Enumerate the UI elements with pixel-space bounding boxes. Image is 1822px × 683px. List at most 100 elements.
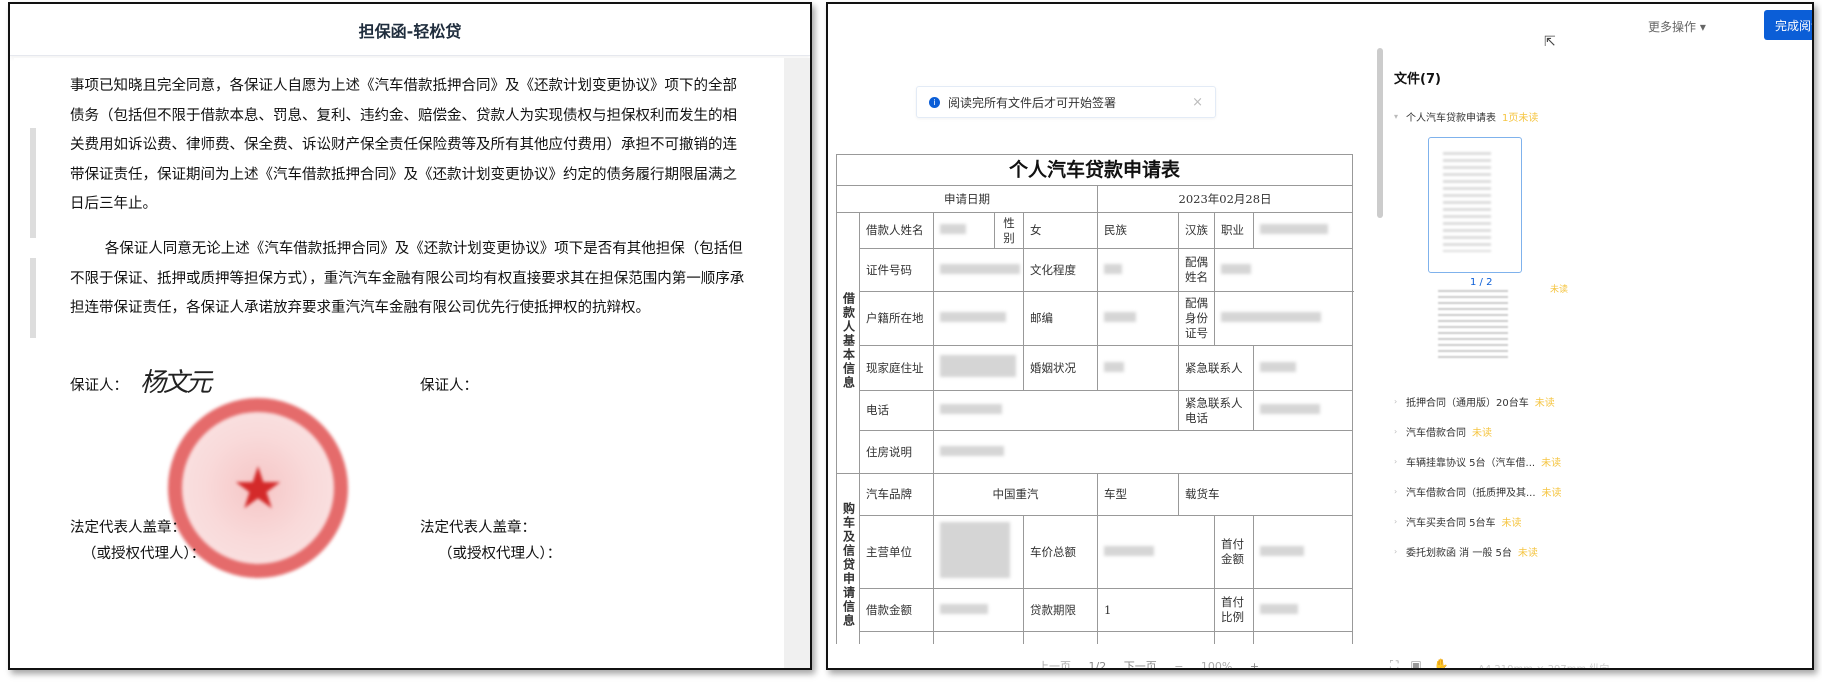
file-name: 车辆挂靠协议 5台（汽车借...: [1406, 457, 1536, 469]
zoom-level: 100%: [1200, 660, 1233, 670]
document-viewer: 个人汽车贷款申请表 申请日期 2023年02月28日 借款人基本信息 借款人姓名 …: [836, 154, 1354, 644]
zoom-in-button[interactable]: +: [1250, 660, 1259, 668]
label-ethnicity: 民族: [1097, 212, 1179, 249]
section-borrower: 借款人基本信息: [836, 212, 860, 474]
fullscreen-icon[interactable]: ⛶: [1390, 658, 1398, 668]
paragraph-1: 事项已知晓且完全同意，各保证人自愿为上述《汽车借款抵押合同》及《还款计划变更协议…: [70, 78, 737, 212]
scrollbar-track[interactable]: [784, 58, 810, 668]
redacted-value: [1104, 361, 1124, 372]
redacted-value: [1221, 263, 1251, 274]
redacted-value: [1260, 404, 1320, 414]
file-item[interactable]: ▾ 个人汽车贷款申请表 1页未读: [1394, 101, 1584, 131]
date-value: 2023年02月28日: [1096, 185, 1354, 213]
label-id-number: 证件号码: [859, 248, 934, 292]
label-down-payment: 首付金额: [1214, 515, 1254, 589]
file-item[interactable]: › 车辆挂靠协议 5台（汽车借... 未读: [1394, 446, 1584, 476]
notice-text: 阅读完所有文件后才可开始签署: [948, 95, 1117, 110]
file-list: 文件(7) ▾ 个人汽车贷款申请表 1页未读 1 / 2 › 抵押合同（通用版）20台…: [1394, 68, 1584, 566]
image-icon[interactable]: ▣: [1410, 658, 1421, 668]
document-page: 事项已知晓且完全同意，各保证人自愿为上述《汽车借款抵押合同》及《还款计划变更协议…: [14, 58, 784, 668]
hand-icon[interactable]: ✋: [1434, 658, 1449, 668]
guarantee-letter-panel: 担保函-轻松贷 事项已知晓且完全同意，各保证人自愿为上述《汽车借款抵押合同》及《…: [8, 2, 812, 670]
redacted-value: [1221, 312, 1321, 322]
agent-label-2: （或授权代理人）：: [438, 546, 562, 562]
label-phone: 电话: [859, 390, 934, 431]
file-item[interactable]: › 抵押合同（通用版）20台车 未读: [1394, 386, 1584, 416]
label-borrower-name: 借款人姓名: [859, 212, 934, 249]
label-housing: 住房说明: [859, 430, 934, 474]
more-actions-dropdown[interactable]: 更多操作 ▾: [1648, 18, 1706, 35]
file-name: 汽车借款合同（抵质押及其...: [1406, 487, 1536, 499]
loan-term-value: 1: [1097, 588, 1215, 632]
file-item[interactable]: › 汽车买卖合同 5台车 未读: [1394, 506, 1584, 536]
view-tools: ⛶ ▣ ✋: [1390, 658, 1461, 668]
agent-label: （或授权代理人）：: [82, 546, 206, 562]
star-icon: ★: [232, 454, 284, 522]
legal-rep-label: 法定代表人盖章：: [70, 520, 186, 536]
caret-icon: ›: [1394, 546, 1398, 556]
label-loan-amount: 借款金额: [859, 588, 934, 632]
file-item[interactable]: › 委托划款函 消 一般 5台 未读: [1394, 536, 1584, 566]
mouse-cursor-icon: ⇱: [1544, 34, 1556, 50]
document-title: 担保函-轻松贷: [10, 4, 810, 56]
files-title: 文件(7): [1394, 72, 1441, 87]
car-brand-value: 中国重汽: [933, 473, 1098, 516]
file-status: 未读: [1472, 427, 1492, 439]
close-icon[interactable]: ×: [1192, 95, 1203, 110]
caret-icon: ›: [1394, 516, 1398, 526]
guarantor-label: 保证人：: [70, 378, 128, 394]
redacted-value: [1104, 545, 1154, 556]
file-item[interactable]: › 汽车借款合同 未读: [1394, 416, 1584, 446]
redacted-value: [940, 404, 1002, 414]
redacted-value: [940, 355, 1016, 377]
finish-reading-button[interactable]: 完成阅读: [1764, 10, 1812, 40]
ethnicity-value: 汉族: [1178, 212, 1215, 249]
redacted-value: [1260, 603, 1298, 614]
file-status: 未读: [1517, 547, 1538, 559]
prev-page-button[interactable]: 上一页: [1038, 660, 1071, 668]
guarantor-label-2: 保证人：: [420, 378, 478, 394]
date-label: 申请日期: [836, 185, 1098, 213]
gender-value: 女: [1023, 212, 1098, 249]
car-type-value: 载货车: [1177, 473, 1354, 516]
redacted-value: [1260, 545, 1304, 556]
redacted-value: [1104, 263, 1122, 274]
label-education: 文化程度: [1023, 248, 1098, 292]
file-status: 1页未读: [1502, 112, 1539, 124]
zoom-out-button[interactable]: −: [1174, 660, 1183, 668]
thumbnail-2-status: 未读: [1550, 285, 1569, 295]
file-name: 委托划款函 消 一般 5台: [1406, 547, 1512, 559]
redacted-value: [940, 603, 988, 614]
thumbnail-content: [1443, 152, 1491, 252]
label-address: 现家庭住址: [859, 345, 934, 391]
page-indicator: 1/2: [1088, 660, 1107, 670]
next-page-button[interactable]: 下一页: [1124, 660, 1157, 668]
caret-icon: ›: [1394, 486, 1398, 496]
guarantor-signature: 杨文元: [140, 368, 212, 398]
legal-rep-label-2: 法定代表人盖章：: [420, 520, 536, 536]
label-postcode: 邮编: [1023, 291, 1098, 346]
paragraph-2: 各保证人同意无论上述《汽车借款抵押合同》及《还款计划变更协议》项下是否有其他担保…: [70, 241, 745, 316]
scrollbar[interactable]: [1377, 48, 1383, 218]
redacted-value: [940, 522, 1010, 578]
page-thumbnail-1[interactable]: [1428, 137, 1522, 273]
label-emergency-contact: 紧急联系人: [1178, 345, 1254, 391]
redacted-value: [1260, 224, 1328, 234]
file-status: 未读: [1534, 397, 1555, 409]
caret-icon: ›: [1394, 396, 1398, 406]
info-icon: i: [929, 96, 940, 108]
file-name: 汽车买卖合同 5台车: [1406, 517, 1496, 529]
redacted-value: [940, 312, 1006, 322]
label-spouse-name: 配偶姓名: [1178, 248, 1215, 292]
redacted-value: [940, 445, 1004, 456]
form-title: 个人汽车贷款申请表: [836, 154, 1354, 186]
file-item[interactable]: › 汽车借款合同（抵质押及其... 未读: [1394, 476, 1584, 506]
watermark: [30, 258, 36, 338]
label-car-price: 车价总额: [1023, 515, 1098, 589]
page-thumbnail-2[interactable]: [1438, 290, 1508, 360]
pager: 上一页 1/2 下一页 − 100% +: [1038, 658, 1273, 670]
file-name: 汽车借款合同: [1406, 427, 1466, 439]
redacted-value: [1260, 361, 1296, 372]
label-car-brand: 汽车品牌: [859, 473, 934, 516]
caret-icon: ▾: [1394, 111, 1399, 121]
